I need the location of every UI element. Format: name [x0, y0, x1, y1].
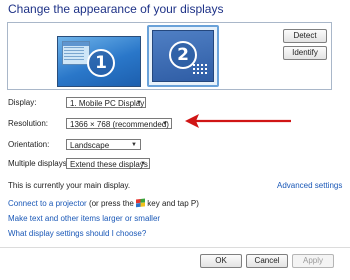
page-title: Change the appearance of your displays	[8, 2, 224, 16]
chevron-down-icon: ▼	[136, 100, 142, 106]
resolution-label: Resolution:	[8, 119, 49, 128]
orientation-select-value: Landscape	[70, 141, 110, 150]
resolution-select-value: 1366 × 768 (recommended)	[70, 120, 169, 129]
multiple-displays-select-value: Extend these displays	[70, 160, 148, 169]
display-select-value: 1. Mobile PC Display	[70, 99, 145, 108]
chevron-down-icon: ▼	[131, 142, 137, 148]
identify-button[interactable]: Identify	[283, 46, 327, 60]
chevron-down-icon: ▼	[162, 121, 168, 127]
detect-button[interactable]: Detect	[283, 29, 327, 43]
red-pointer-arrow-icon	[185, 114, 291, 128]
projector-line: Connect to a projector (or press the key…	[8, 198, 199, 208]
projector-hint-start: (or press the	[86, 199, 137, 208]
footer-divider	[0, 247, 350, 248]
window-lines-icon	[64, 47, 84, 61]
text-size-link[interactable]: Make text and other items larger or smal…	[8, 214, 160, 223]
display-label: Display:	[8, 98, 37, 107]
ok-button[interactable]: OK	[200, 254, 242, 268]
multiple-displays-select[interactable]: Extend these displays ▼	[66, 158, 150, 169]
projector-hint-end: key and tap P)	[145, 199, 199, 208]
multiple-displays-label: Multiple displays:	[8, 159, 69, 168]
main-display-text: This is currently your main display.	[8, 181, 131, 190]
advanced-settings-link[interactable]: Advanced settings	[277, 181, 342, 190]
chevron-down-icon: ▼	[140, 161, 146, 167]
display-select[interactable]: 1. Mobile PC Display ▼	[66, 97, 146, 108]
monitor-1-thumbnail[interactable]: 1	[57, 36, 141, 87]
grid-icon	[193, 64, 207, 76]
apply-button[interactable]: Apply	[292, 254, 334, 268]
resolution-select[interactable]: 1366 × 768 (recommended) ▼	[66, 118, 172, 129]
monitor-2-thumbnail[interactable]: 2	[152, 30, 214, 82]
orientation-label: Orientation:	[8, 140, 50, 149]
connect-projector-link[interactable]: Connect to a projector	[8, 199, 87, 208]
orientation-select[interactable]: Landscape ▼	[66, 139, 141, 150]
windows-logo-icon	[136, 198, 146, 208]
monitor-1-number: 1	[87, 49, 115, 77]
cancel-button[interactable]: Cancel	[246, 254, 288, 268]
which-settings-link[interactable]: What display settings should I choose?	[8, 229, 146, 238]
